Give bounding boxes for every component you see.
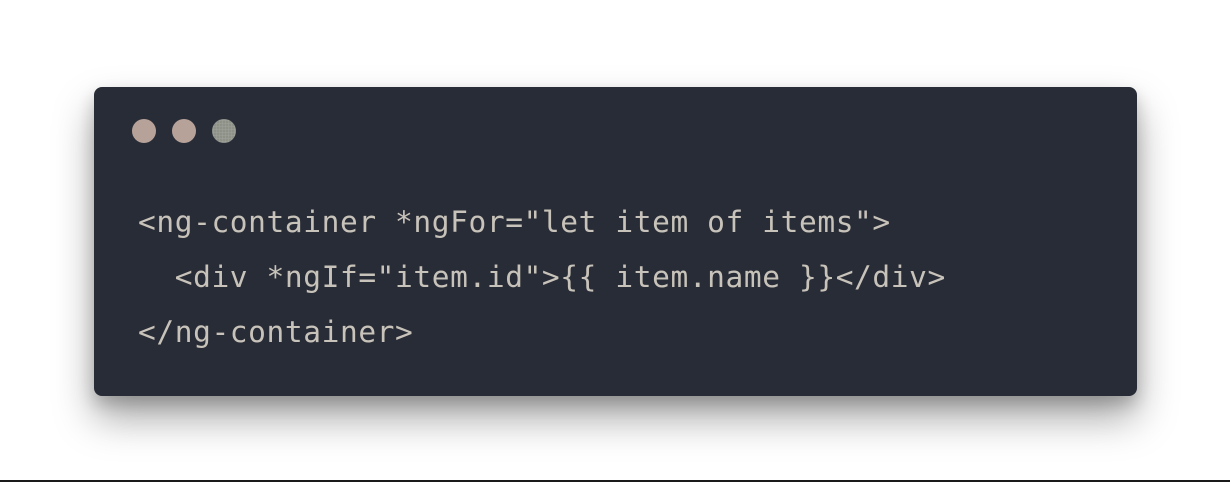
code-window: <ng-container *ngFor="let item of items"… bbox=[94, 87, 1137, 396]
minimize-dot-icon bbox=[172, 119, 196, 143]
code-line-2: <div *ngIf="item.id">{{ item.name }}</di… bbox=[138, 260, 946, 294]
code-block: <ng-container *ngFor="let item of items"… bbox=[138, 195, 946, 360]
maximize-dot-icon bbox=[212, 119, 236, 143]
window-controls bbox=[132, 119, 236, 143]
close-dot-icon bbox=[132, 119, 156, 143]
code-line-3: </ng-container> bbox=[138, 315, 414, 349]
bottom-divider bbox=[0, 480, 1230, 482]
code-line-1: <ng-container *ngFor="let item of items"… bbox=[138, 205, 891, 239]
